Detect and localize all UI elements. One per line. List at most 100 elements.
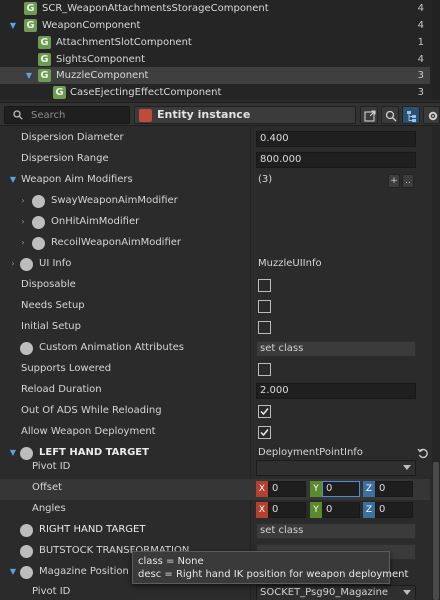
- chevron-down-icon: [403, 590, 411, 595]
- expand-arrow-icon[interactable]: ▼: [8, 567, 18, 576]
- property-label: Allow Weapon Deployment: [21, 426, 156, 437]
- property-row: Pivot ID SOCKET_Psg90_Magazine: [0, 583, 430, 600]
- settings-button[interactable]: [423, 106, 440, 124]
- property-row: › RecoilWeaponAimModifier: [0, 234, 430, 255]
- property-row: Reload Duration 2.000: [0, 381, 430, 402]
- out-of-ads-checkbox[interactable]: [258, 405, 271, 418]
- tree-item[interactable]: G SCR_WeaponAttachmentsStorageComponent …: [0, 0, 430, 17]
- tree-item-label: SightsComponent: [56, 54, 145, 65]
- angles-y-input[interactable]: 0: [322, 502, 360, 518]
- property-row: › OnHitAimModifier: [0, 213, 430, 234]
- y-axis-tag: Y: [310, 502, 322, 518]
- property-row: Supports Lowered: [0, 360, 430, 381]
- property-row: Needs Setup: [0, 297, 430, 318]
- magazine-pivot-id-dropdown[interactable]: SOCKET_Psg90_Magazine: [256, 585, 416, 600]
- property-label: Initial Setup: [21, 321, 81, 332]
- tree-item[interactable]: G CaseEjectingEffectComponent 3: [0, 84, 430, 100]
- property-label: OnHitAimModifier: [51, 216, 140, 227]
- tree-item-label: MuzzleComponent: [56, 70, 149, 81]
- properties-scrollbar[interactable]: [432, 127, 440, 600]
- tree-scrollbar[interactable]: [432, 0, 440, 100]
- offset-y-input[interactable]: 0: [322, 481, 360, 497]
- class-circle-icon: [32, 195, 45, 208]
- tree-item-count: 4: [417, 3, 424, 14]
- property-label: UI Info: [39, 258, 72, 269]
- tree-item[interactable]: G SightsComponent 4: [0, 51, 430, 68]
- hierarchy-view-button[interactable]: [402, 106, 420, 124]
- allow-deployment-checkbox[interactable]: [258, 426, 271, 439]
- expand-arrow-icon[interactable]: ▼: [8, 448, 18, 457]
- property-row: RIGHT HAND TARGET set class: [0, 521, 430, 542]
- class-circle-icon: [32, 237, 45, 250]
- property-label: Supports Lowered: [21, 363, 112, 374]
- angles-z-input[interactable]: 0: [375, 502, 413, 518]
- class-value: DeploymentPointInfo: [258, 447, 363, 458]
- tree-item[interactable]: ▼ G WeaponComponent 4: [0, 17, 430, 34]
- properties-panel: Dispersion Diameter 0.400 Dispersion Ran…: [0, 127, 440, 600]
- set-class-button[interactable]: set class: [256, 523, 416, 539]
- class-circle-icon: [20, 545, 33, 558]
- offset-x-input[interactable]: 0: [268, 481, 306, 497]
- property-label: Custom Animation Attributes: [39, 342, 185, 353]
- pivot-id-dropdown[interactable]: [256, 460, 416, 476]
- dispersion-range-field[interactable]: 800.000: [256, 152, 416, 168]
- entity-cube-icon: [139, 109, 152, 122]
- set-class-button[interactable]: set class: [256, 341, 416, 357]
- hierarchy-icon: [407, 111, 416, 122]
- tree-item-count: 3: [417, 70, 424, 81]
- property-label: Dispersion Range: [21, 153, 109, 164]
- property-row: Custom Animation Attributes set class: [0, 339, 430, 360]
- expand-arrow-icon[interactable]: ›: [18, 196, 28, 205]
- needs-setup-checkbox[interactable]: [258, 300, 271, 313]
- property-tooltip: class = None desc = Right hand IK positi…: [132, 551, 409, 584]
- expand-arrow-icon[interactable]: ▼: [8, 175, 18, 184]
- entity-instance-selector[interactable]: Entity instance: [134, 106, 356, 124]
- offset-z-input[interactable]: 0: [375, 481, 413, 497]
- tooltip-class-line: class = None: [138, 556, 204, 567]
- property-row: Allow Weapon Deployment: [0, 423, 430, 444]
- initial-setup-checkbox[interactable]: [258, 321, 271, 334]
- property-label: Disposable: [21, 279, 76, 290]
- expand-arrow-icon[interactable]: ›: [18, 217, 28, 226]
- search-box[interactable]: [4, 106, 130, 124]
- component-icon: G: [38, 36, 51, 49]
- add-element-button[interactable]: +: [388, 174, 400, 188]
- open-external-button[interactable]: [360, 106, 378, 124]
- find-button[interactable]: [381, 106, 399, 124]
- expand-arrow-icon[interactable]: ›: [18, 238, 28, 247]
- property-label: Out Of ADS While Reloading: [21, 405, 162, 416]
- search-input[interactable]: [31, 108, 127, 122]
- class-circle-icon: [20, 258, 33, 271]
- tooltip-desc-line: desc = Right hand IK position for weapon…: [138, 569, 409, 580]
- supports-lowered-checkbox[interactable]: [258, 363, 271, 376]
- property-row: Dispersion Range 800.000: [0, 150, 430, 171]
- entity-instance-label: Entity instance: [157, 108, 251, 121]
- reload-duration-field[interactable]: 2.000: [256, 383, 416, 399]
- open-external-icon: [364, 110, 376, 122]
- properties-toolbar: Entity instance: [0, 102, 440, 126]
- expand-arrow-icon[interactable]: ›: [8, 259, 18, 268]
- class-circle-icon: [32, 216, 45, 229]
- class-value: MuzzleUIInfo: [258, 258, 322, 269]
- property-label: Weapon Aim Modifiers: [21, 174, 133, 185]
- property-row: Offset X 0 Y 0 Z 0: [0, 479, 430, 500]
- property-label: Reload Duration: [21, 384, 102, 395]
- tree-item-count: 3: [417, 87, 424, 98]
- expand-arrow-icon[interactable]: ▼: [24, 67, 34, 84]
- gear-icon: [428, 111, 438, 121]
- class-circle-icon: [20, 566, 33, 579]
- tree-item-selected[interactable]: ▼ G MuzzleComponent 3: [0, 67, 430, 84]
- tree-item[interactable]: G AttachmentSlotComponent 1: [0, 34, 430, 51]
- dispersion-diameter-field[interactable]: 0.400: [256, 131, 416, 147]
- property-label: Needs Setup: [21, 300, 85, 311]
- disposable-checkbox[interactable]: [258, 279, 271, 292]
- scrollbar-thumb[interactable]: [433, 462, 439, 600]
- angles-x-input[interactable]: 0: [268, 502, 306, 518]
- expand-arrow-icon[interactable]: ▼: [8, 17, 18, 34]
- component-icon: G: [53, 86, 66, 99]
- class-circle-icon: [20, 342, 33, 355]
- property-row: Dispersion Diameter 0.400: [0, 129, 430, 150]
- array-count: (3): [258, 174, 273, 185]
- more-options-button[interactable]: ..: [402, 174, 414, 188]
- property-label: RecoilWeaponAimModifier: [51, 237, 182, 248]
